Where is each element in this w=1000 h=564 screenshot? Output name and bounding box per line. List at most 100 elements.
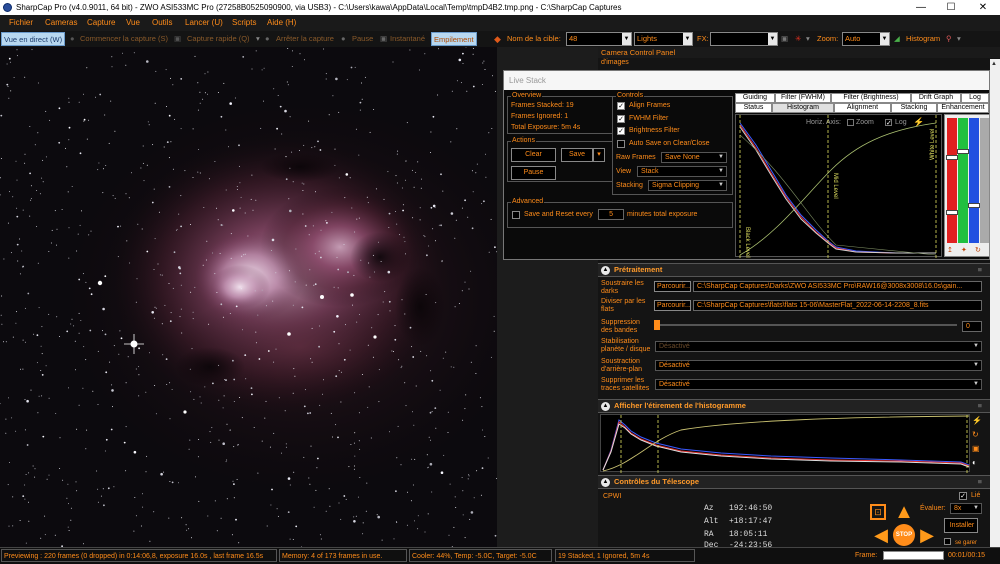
auto-stretch-icon[interactable]: ✦: [961, 246, 967, 254]
quick-capture-dropdown-icon[interactable]: ▾: [256, 32, 260, 46]
red-level-slider[interactable]: [947, 118, 957, 243]
north-arrow-icon[interactable]: ▲: [893, 501, 915, 523]
fwhm-filter-checkbox[interactable]: ✓: [617, 115, 625, 123]
refresh-icon[interactable]: ↻: [972, 430, 979, 439]
tab-filter-brightness[interactable]: Filter (Brightness): [831, 93, 911, 103]
menu-icon[interactable]: ≡: [978, 400, 982, 412]
raw-frames-select[interactable]: Save None ▼: [661, 152, 727, 163]
menu-capture[interactable]: Capture: [87, 15, 115, 31]
fx-settings-icon[interactable]: ▣: [781, 32, 788, 46]
menu-aide[interactable]: Aide (H): [267, 15, 296, 31]
stretch-histogram[interactable]: [600, 414, 970, 473]
save-dropdown-icon[interactable]: ▾: [593, 148, 605, 162]
zoom-select[interactable]: Auto ▼: [842, 32, 890, 46]
clear-button[interactable]: Clear: [511, 148, 556, 162]
start-capture-button[interactable]: Commencer la capture (S): [80, 32, 168, 46]
brightness-filter-checkbox[interactable]: ✓: [617, 127, 625, 135]
collapse-icon[interactable]: ▲: [601, 402, 610, 411]
align-frames-checkbox[interactable]: ✓: [617, 102, 625, 110]
stack-histogram[interactable]: Horiz. Axis: Zoom ✓ Log ⚡ Black Level Mi…: [735, 114, 942, 258]
tab-enhancement[interactable]: Enhancement: [937, 103, 989, 113]
save-reset-checkbox[interactable]: [512, 211, 520, 219]
goto-icon[interactable]: ⊡: [870, 504, 886, 520]
save-button[interactable]: Save: [561, 148, 593, 162]
snapshot-button[interactable]: Instantané: [390, 32, 425, 46]
magnifier-icon[interactable]: ⚲: [946, 32, 952, 46]
scroll-up-icon[interactable]: ▲: [991, 61, 997, 67]
slider-handle[interactable]: [946, 210, 958, 215]
tab-guiding[interactable]: Guiding: [735, 93, 775, 103]
dark-browse-button[interactable]: Parcourir...: [654, 281, 691, 292]
tab-stacking[interactable]: Stacking: [891, 103, 937, 113]
pause-button[interactable]: Pause: [352, 32, 373, 46]
stacking-button[interactable]: Empilement: [431, 32, 477, 46]
tab-status[interactable]: Status: [735, 103, 772, 113]
live-view-button[interactable]: Vue en direct (W): [1, 32, 66, 46]
level-sliders[interactable]: ↥ ✦ ↻: [944, 114, 990, 257]
slider-handle[interactable]: [968, 203, 980, 208]
blue-level-slider[interactable]: [969, 118, 979, 243]
pretraitement-header[interactable]: ▲ Prétraitement ≡: [598, 263, 990, 277]
east-arrow-icon[interactable]: ▶: [916, 525, 938, 545]
stabilisation-select[interactable]: Désactivé ▼: [655, 341, 982, 352]
menu-fichier[interactable]: Fichier: [9, 15, 33, 31]
tab-alignment[interactable]: Alignment: [834, 103, 891, 113]
slider-handle[interactable]: [957, 149, 969, 154]
reticle-dropdown-icon[interactable]: ▾: [806, 32, 810, 46]
stop-capture-button[interactable]: Arrêter la capture: [276, 32, 334, 46]
banding-slider-track[interactable]: [654, 324, 957, 326]
menu-lancer[interactable]: Lancer (U): [185, 15, 223, 31]
tab-log[interactable]: Log: [961, 93, 989, 103]
close-button[interactable]: ✕: [970, 0, 996, 15]
banding-value-input[interactable]: 0: [962, 321, 982, 332]
dark-path-input[interactable]: C:\SharpCap Captures\Darks\ZWO ASI533MC …: [693, 281, 982, 292]
tab-drift-graph[interactable]: Drift Graph: [911, 93, 961, 103]
reset-icon[interactable]: ↥: [947, 246, 953, 254]
quick-capture-button[interactable]: Capture rapide (Q): [187, 32, 250, 46]
tab-histogram[interactable]: Histogram: [772, 103, 834, 113]
panel-scrollbar[interactable]: ▲: [990, 59, 1000, 547]
tab-filter-fwhm[interactable]: Filter (FWHM): [775, 93, 831, 103]
lum-level-slider[interactable]: [980, 118, 989, 243]
magnifier-dropdown-icon[interactable]: ▾: [957, 32, 961, 46]
west-arrow-icon[interactable]: ◀: [870, 525, 892, 545]
speed-select[interactable]: 8x ▼: [950, 503, 982, 514]
collapse-icon[interactable]: ▲: [601, 478, 610, 487]
menu-scripts[interactable]: Scripts: [232, 15, 256, 31]
minimize-button[interactable]: —: [908, 0, 934, 15]
green-level-slider[interactable]: [958, 118, 968, 243]
banding-slider-thumb[interactable]: [654, 320, 660, 330]
maximize-button[interactable]: ☐: [938, 0, 964, 15]
flat-path-input[interactable]: C:\SharpCap Captures\flats\flats 15-06\M…: [693, 300, 982, 311]
menu-icon[interactable]: ≡: [978, 264, 982, 276]
histogram-stretch-header[interactable]: ▲ Afficher l'étirement de l'histogramme …: [598, 399, 990, 413]
menu-cameras[interactable]: Cameras: [45, 15, 77, 31]
view-select[interactable]: Stack ▼: [637, 166, 727, 177]
fx-select[interactable]: ▼: [710, 32, 778, 46]
slider-handle[interactable]: [946, 155, 958, 160]
save-reset-minutes-input[interactable]: 5: [598, 209, 624, 220]
lightning-icon[interactable]: ⚡: [972, 416, 982, 425]
park-checkbox[interactable]: [944, 538, 951, 545]
install-button[interactable]: Installer: [944, 518, 978, 533]
camera-image[interactable]: [0, 47, 497, 547]
menu-icon[interactable]: ≡: [978, 476, 982, 488]
frame-type-select[interactable]: Lights ▼: [634, 32, 693, 46]
reticle-icon[interactable]: ✳: [795, 32, 801, 46]
pause-stack-button[interactable]: Pause: [511, 166, 556, 180]
menu-vue[interactable]: Vue: [126, 15, 140, 31]
stop-button[interactable]: STOP: [893, 524, 915, 546]
menu-outils[interactable]: Outils: [152, 15, 172, 31]
save-icon[interactable]: ▣: [972, 444, 980, 453]
auto-save-checkbox[interactable]: [617, 140, 625, 148]
background-select[interactable]: Désactivé ▼: [655, 360, 982, 371]
telescope-header[interactable]: ▲ Contrôles du Télescope ≡: [598, 475, 990, 489]
collapse-icon[interactable]: ▲: [601, 266, 610, 275]
stacking-select[interactable]: Sigma Clipping ▼: [648, 180, 727, 191]
histogram-button[interactable]: Histogram: [906, 32, 940, 46]
linked-checkbox[interactable]: ✓: [959, 492, 967, 500]
refresh-icon[interactable]: ↻: [975, 246, 981, 254]
satellite-select[interactable]: Désactivé ▼: [655, 379, 982, 390]
flat-browse-button[interactable]: Parcourir...: [654, 300, 691, 311]
target-name-input[interactable]: 48 ▼: [566, 32, 632, 46]
